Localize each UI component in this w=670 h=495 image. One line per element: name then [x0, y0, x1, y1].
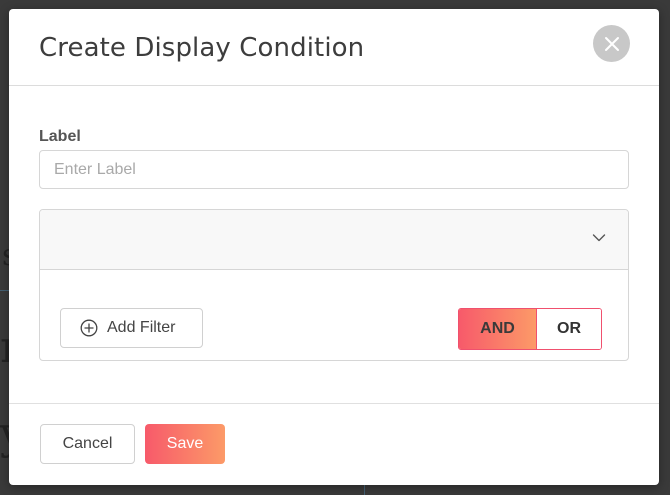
chevron-down-icon: [592, 234, 606, 242]
close-button[interactable]: [593, 25, 630, 62]
condition-panel-header[interactable]: [40, 210, 628, 270]
label-input[interactable]: [39, 150, 629, 189]
logic-and-button[interactable]: AND: [459, 309, 536, 349]
add-filter-label: Add Filter: [107, 319, 176, 336]
condition-panel: Add Filter AND OR: [39, 209, 629, 361]
modal-header: Create Display Condition: [9, 9, 659, 86]
logic-toggle: AND OR: [458, 308, 602, 350]
cancel-button[interactable]: Cancel: [40, 424, 135, 464]
save-button[interactable]: Save: [145, 424, 225, 464]
create-display-condition-modal: Create Display Condition Label Add Fi: [9, 9, 659, 485]
modal-footer: Cancel Save: [9, 403, 659, 485]
close-icon: [604, 36, 619, 51]
label-field-label: Label: [39, 128, 81, 145]
logic-or-button[interactable]: OR: [536, 309, 601, 349]
modal-title: Create Display Condition: [39, 33, 365, 63]
add-filter-button[interactable]: Add Filter: [60, 308, 203, 348]
plus-circle-icon: [80, 319, 98, 337]
